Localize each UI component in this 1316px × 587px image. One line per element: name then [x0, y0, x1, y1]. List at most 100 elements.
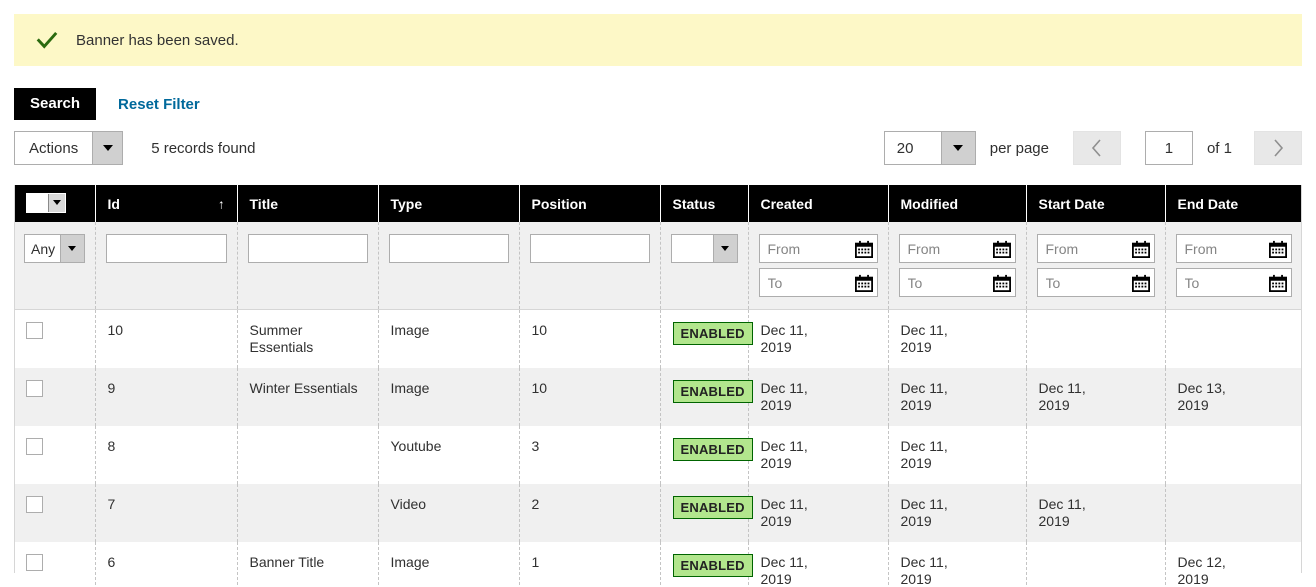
column-header-position[interactable]: Position — [519, 185, 660, 222]
grid-header: Id ↑ Title Type Position Status Created … — [14, 185, 1302, 222]
cell-modified: Dec 11,2019 — [888, 484, 1026, 542]
column-header-created[interactable]: Created — [748, 185, 888, 222]
cell-start-date: Dec 11,2019 — [1026, 368, 1165, 426]
cell-type: Image — [378, 542, 519, 587]
table-row[interactable]: 10Summer EssentialsImage10ENABLEDDec 11,… — [14, 310, 1302, 369]
filter-start-to — [1037, 268, 1155, 297]
cell-end-date — [1165, 484, 1302, 542]
filter-cell-title — [237, 222, 378, 310]
chevron-down-icon — [53, 200, 61, 205]
calendar-icon[interactable] — [993, 240, 1011, 258]
cell-modified: Dec 11,2019 — [888, 542, 1026, 587]
filter-select-any-value: Any — [25, 235, 60, 262]
filter-select-status[interactable] — [671, 234, 738, 263]
cell-created: Dec 11,2019 — [748, 368, 888, 426]
filter-input-id[interactable] — [106, 234, 227, 263]
filter-cell-end-date — [1165, 222, 1302, 310]
chevron-down-icon — [953, 145, 963, 151]
column-header-id-label: Id — [108, 196, 120, 212]
row-checkbox[interactable] — [26, 438, 43, 455]
per-page-select[interactable]: 20 — [884, 131, 976, 165]
row-checkbox-cell — [14, 542, 95, 587]
row-checkbox[interactable] — [26, 496, 43, 513]
cell-end-date: Dec 13,2019 — [1165, 368, 1302, 426]
table-row[interactable]: 9Winter EssentialsImage10ENABLEDDec 11,2… — [14, 368, 1302, 426]
column-header-modified[interactable]: Modified — [888, 185, 1026, 222]
row-checkbox-cell — [14, 484, 95, 542]
select-all-dropdown[interactable] — [26, 193, 66, 213]
select-all-caret[interactable] — [48, 194, 65, 212]
calendar-icon[interactable] — [993, 274, 1011, 292]
actions-caret[interactable] — [92, 132, 122, 164]
column-header-select-all[interactable] — [14, 185, 95, 222]
next-page-button[interactable] — [1254, 131, 1302, 165]
filter-select-caret[interactable] — [60, 235, 84, 262]
column-header-end-date[interactable]: End Date — [1165, 185, 1302, 222]
row-checkbox[interactable] — [26, 554, 43, 571]
column-header-title[interactable]: Title — [237, 185, 378, 222]
filter-status-caret[interactable] — [713, 235, 737, 262]
calendar-icon[interactable] — [1132, 274, 1150, 292]
grid-filter-row: Any — [14, 222, 1302, 310]
column-header-id[interactable]: Id ↑ — [95, 185, 237, 222]
actions-label: Actions — [15, 132, 92, 164]
calendar-icon[interactable] — [855, 240, 873, 258]
cell-start-date — [1026, 542, 1165, 587]
cell-type: Youtube — [378, 426, 519, 484]
filter-created-to — [759, 268, 878, 297]
status-badge: ENABLED — [673, 438, 753, 461]
cell-status: ENABLED — [660, 542, 748, 587]
filter-input-position[interactable] — [530, 234, 650, 263]
filter-cell-modified — [888, 222, 1026, 310]
filter-input-title[interactable] — [248, 234, 368, 263]
cell-type: Image — [378, 368, 519, 426]
per-page-value: 20 — [885, 132, 941, 164]
table-row[interactable]: 8Youtube3ENABLEDDec 11,2019Dec 11,2019 — [14, 426, 1302, 484]
row-checkbox-cell — [14, 368, 95, 426]
page-number-input[interactable] — [1145, 131, 1193, 165]
filter-cell-id — [95, 222, 237, 310]
column-header-start-date[interactable]: Start Date — [1026, 185, 1165, 222]
search-button[interactable]: Search — [14, 88, 96, 120]
reset-filter-link[interactable]: Reset Filter — [118, 96, 200, 113]
filter-modified-to — [899, 268, 1016, 297]
total-pages-label: of 1 — [1207, 140, 1232, 157]
filter-modified-from — [899, 234, 1016, 263]
calendar-icon[interactable] — [1132, 240, 1150, 258]
cell-created: Dec 11,2019 — [748, 484, 888, 542]
calendar-icon[interactable] — [1269, 274, 1287, 292]
cell-start-date — [1026, 310, 1165, 369]
filter-row: Any — [14, 222, 1302, 310]
column-header-status[interactable]: Status — [660, 185, 748, 222]
status-badge: ENABLED — [673, 496, 753, 519]
chevron-down-icon — [68, 246, 76, 251]
filter-cell-position — [519, 222, 660, 310]
status-badge: ENABLED — [673, 380, 753, 403]
calendar-icon[interactable] — [855, 274, 873, 292]
actions-dropdown[interactable]: Actions — [14, 131, 123, 165]
status-badge: ENABLED — [673, 322, 753, 345]
filter-select-any[interactable]: Any — [24, 234, 85, 263]
column-header-type[interactable]: Type — [378, 185, 519, 222]
records-found-text: 5 records found — [151, 140, 255, 157]
row-checkbox[interactable] — [26, 322, 43, 339]
cell-status: ENABLED — [660, 368, 748, 426]
filter-input-type[interactable] — [389, 234, 509, 263]
select-all-checkbox[interactable] — [27, 194, 48, 212]
status-badge: ENABLED — [673, 554, 753, 577]
cell-modified: Dec 11,2019 — [888, 310, 1026, 369]
row-checkbox[interactable] — [26, 380, 43, 397]
filter-cell-created — [748, 222, 888, 310]
cell-position: 10 — [519, 310, 660, 369]
table-row[interactable]: 6Banner TitleImage1ENABLEDDec 11,2019Dec… — [14, 542, 1302, 587]
filter-cell-type — [378, 222, 519, 310]
cell-position: 3 — [519, 426, 660, 484]
cell-start-date — [1026, 426, 1165, 484]
table-row[interactable]: 7Video2ENABLEDDec 11,2019Dec 11,2019Dec … — [14, 484, 1302, 542]
filter-cell-status — [660, 222, 748, 310]
cell-status: ENABLED — [660, 484, 748, 542]
per-page-caret[interactable] — [941, 132, 975, 164]
row-checkbox-cell — [14, 426, 95, 484]
calendar-icon[interactable] — [1269, 240, 1287, 258]
previous-page-button[interactable] — [1073, 131, 1121, 165]
